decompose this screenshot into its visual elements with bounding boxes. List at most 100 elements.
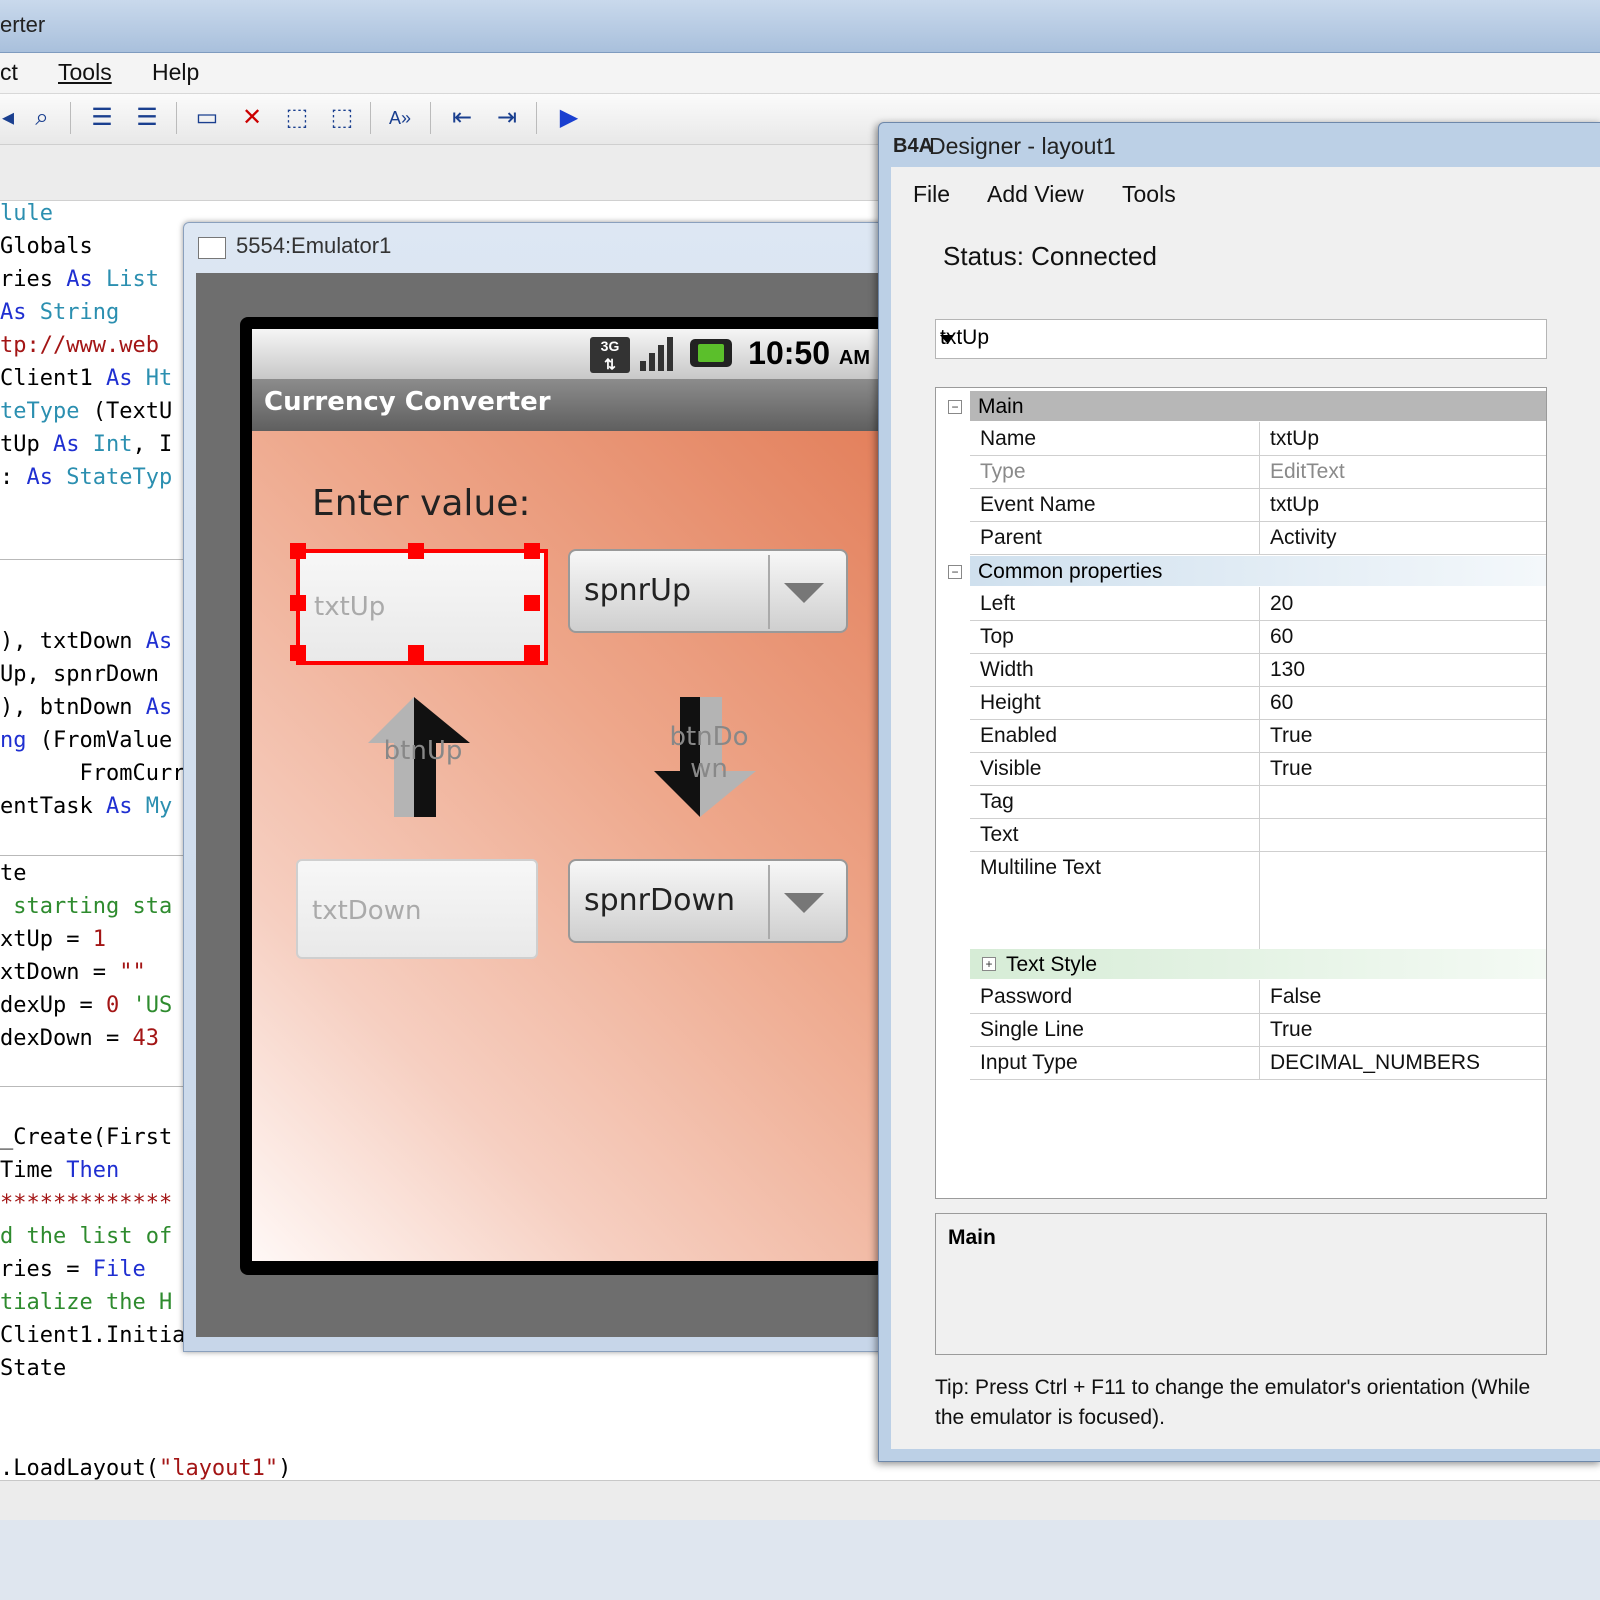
chevron-down-icon [940,335,954,343]
code-line: ng (FromValue [0,728,173,753]
phone-device: 3G ⇅ 10:50 AM Currency Converter Enter va… [240,317,884,1275]
outdent-list-icon[interactable]: ☰ [133,104,161,132]
spnr-down-spinner[interactable]: spnrDown [568,859,848,943]
btn-down-button[interactable]: btnDo wn [644,697,774,827]
property-value[interactable]: 60 [1270,625,1293,649]
property-row[interactable]: Height 60 [970,686,1546,720]
resize-handle[interactable] [290,595,306,611]
collapse-icon[interactable]: − [948,565,962,579]
b4a-logo-icon: B4A [893,135,934,157]
category-main[interactable]: Main [970,391,1546,421]
property-value[interactable]: 20 [1270,592,1293,616]
property-value[interactable]: True [1270,1018,1312,1042]
toolbar-separator [70,102,71,134]
property-name: Tag [980,790,1014,813]
property-row[interactable]: Input Type DECIMAL_NUMBERS [970,1046,1546,1080]
property-row[interactable]: Single Line True [970,1013,1546,1047]
property-value[interactable]: True [1270,757,1312,781]
property-value[interactable]: txtUp [1270,427,1319,451]
category-common-properties[interactable]: Common properties [970,556,1546,586]
tip-text: Tip: Press Ctrl + F11 to change the emul… [935,1376,1531,1429]
toolbar-separator [536,102,537,134]
menu-project[interactable]: ct [0,59,18,86]
category-text-style[interactable]: + Text Style [970,949,1546,979]
property-row[interactable]: Top 60 [970,620,1546,654]
txt-down-edit[interactable]: txtDown [296,859,538,959]
property-row[interactable]: Parent Activity [970,521,1546,555]
find-icon[interactable]: ⌕ [28,104,56,132]
property-row[interactable]: Password False [970,980,1546,1014]
designer-menu-tools[interactable]: Tools [1122,181,1176,208]
font-size-icon[interactable]: A» [386,104,414,132]
ide-statusbar [0,1480,1600,1521]
block-indent-icon[interactable]: ⇤ [448,104,476,132]
property-row[interactable]: Name txtUp [970,422,1546,456]
property-value[interactable]: True [1270,724,1312,748]
property-row[interactable]: Tag [970,785,1546,819]
code-line: te [0,861,27,886]
menu-tools[interactable]: Tools [58,59,112,86]
property-name: Name [980,427,1037,450]
resize-handle[interactable] [524,645,540,661]
property-value[interactable]: EditText [1270,460,1345,484]
window-icon[interactable]: ▭ [193,104,221,132]
property-value[interactable]: DECIMAL_NUMBERS [1270,1051,1480,1075]
run-icon[interactable]: ▶ [555,104,583,132]
description-title: Main [948,1226,996,1249]
code-line: xtDown = "" [0,960,146,985]
phone-screen[interactable]: 3G ⇅ 10:50 AM Currency Converter Enter va… [252,329,884,1261]
emulator-window[interactable]: 5554:Emulator1 3G ⇅ 10:50 AM Currency Con… [183,222,905,1352]
property-value[interactable]: False [1270,985,1321,1009]
navigate-back-icon[interactable]: ◂ [0,104,22,132]
property-value[interactable]: 60 [1270,691,1293,715]
code-divider [0,855,190,856]
expand-icon[interactable]: + [982,957,996,971]
property-row[interactable]: Visible True [970,752,1546,786]
resize-handle[interactable] [290,645,306,661]
column-divider [1259,587,1260,620]
property-row[interactable]: Type EditText [970,455,1546,489]
indent-list-icon[interactable]: ☰ [88,104,116,132]
view-selector-dropdown[interactable]: txtUp [935,319,1547,359]
menu-help[interactable]: Help [152,59,199,86]
collapse-icon[interactable]: − [948,400,962,414]
resize-handle[interactable] [524,595,540,611]
property-value[interactable]: Activity [1270,526,1337,550]
btn-down-label-2: wn [690,754,728,784]
uncomment-icon[interactable]: ⬚ [328,104,356,132]
code-line: tp://www.web [0,333,159,358]
property-row[interactable]: Enabled True [970,719,1546,753]
code-line: State [0,1356,67,1381]
resize-handle[interactable] [290,543,306,559]
property-value[interactable]: 130 [1270,658,1305,682]
code-line: ries = File [0,1257,146,1282]
btn-up-button[interactable]: btnUp [358,697,488,827]
property-row[interactable]: Event Name txtUp [970,488,1546,522]
column-divider [1259,686,1260,719]
property-row[interactable]: Multiline Text [970,851,1546,950]
resize-handle[interactable] [524,543,540,559]
designer-menu-add-view[interactable]: Add View [987,181,1084,208]
designer-menu-file[interactable]: File [913,181,950,208]
resize-handle[interactable] [408,645,424,661]
column-divider [1259,752,1260,785]
designer-title: Designer - layout1 [929,133,1116,159]
code-line: Client1 As Ht [0,366,173,391]
signal-icon [638,335,678,373]
emulator-window-icon [198,237,226,259]
comment-icon[interactable]: ⬚ [283,104,311,132]
property-grid[interactable]: − Main Name txtUp Type EditText Event Name tx… [935,387,1547,1199]
property-name: Width [980,658,1034,681]
property-value[interactable]: txtUp [1270,493,1319,517]
property-row[interactable]: Width 130 [970,653,1546,687]
designer-window[interactable]: B4A Designer - layout1 File Add View Too… [878,122,1600,1462]
remove-breakpoint-icon[interactable]: ✕ [238,104,266,132]
spnr-up-spinner[interactable]: spnrUp [568,549,848,633]
property-row[interactable]: Left 20 [970,587,1546,621]
code-line: dexUp = 0 'US [0,993,173,1018]
resize-handle[interactable] [408,543,424,559]
property-name: Input Type [980,1051,1078,1074]
column-divider [1259,620,1260,653]
block-outdent-icon[interactable]: ⇥ [493,104,521,132]
property-row[interactable]: Text [970,818,1546,852]
